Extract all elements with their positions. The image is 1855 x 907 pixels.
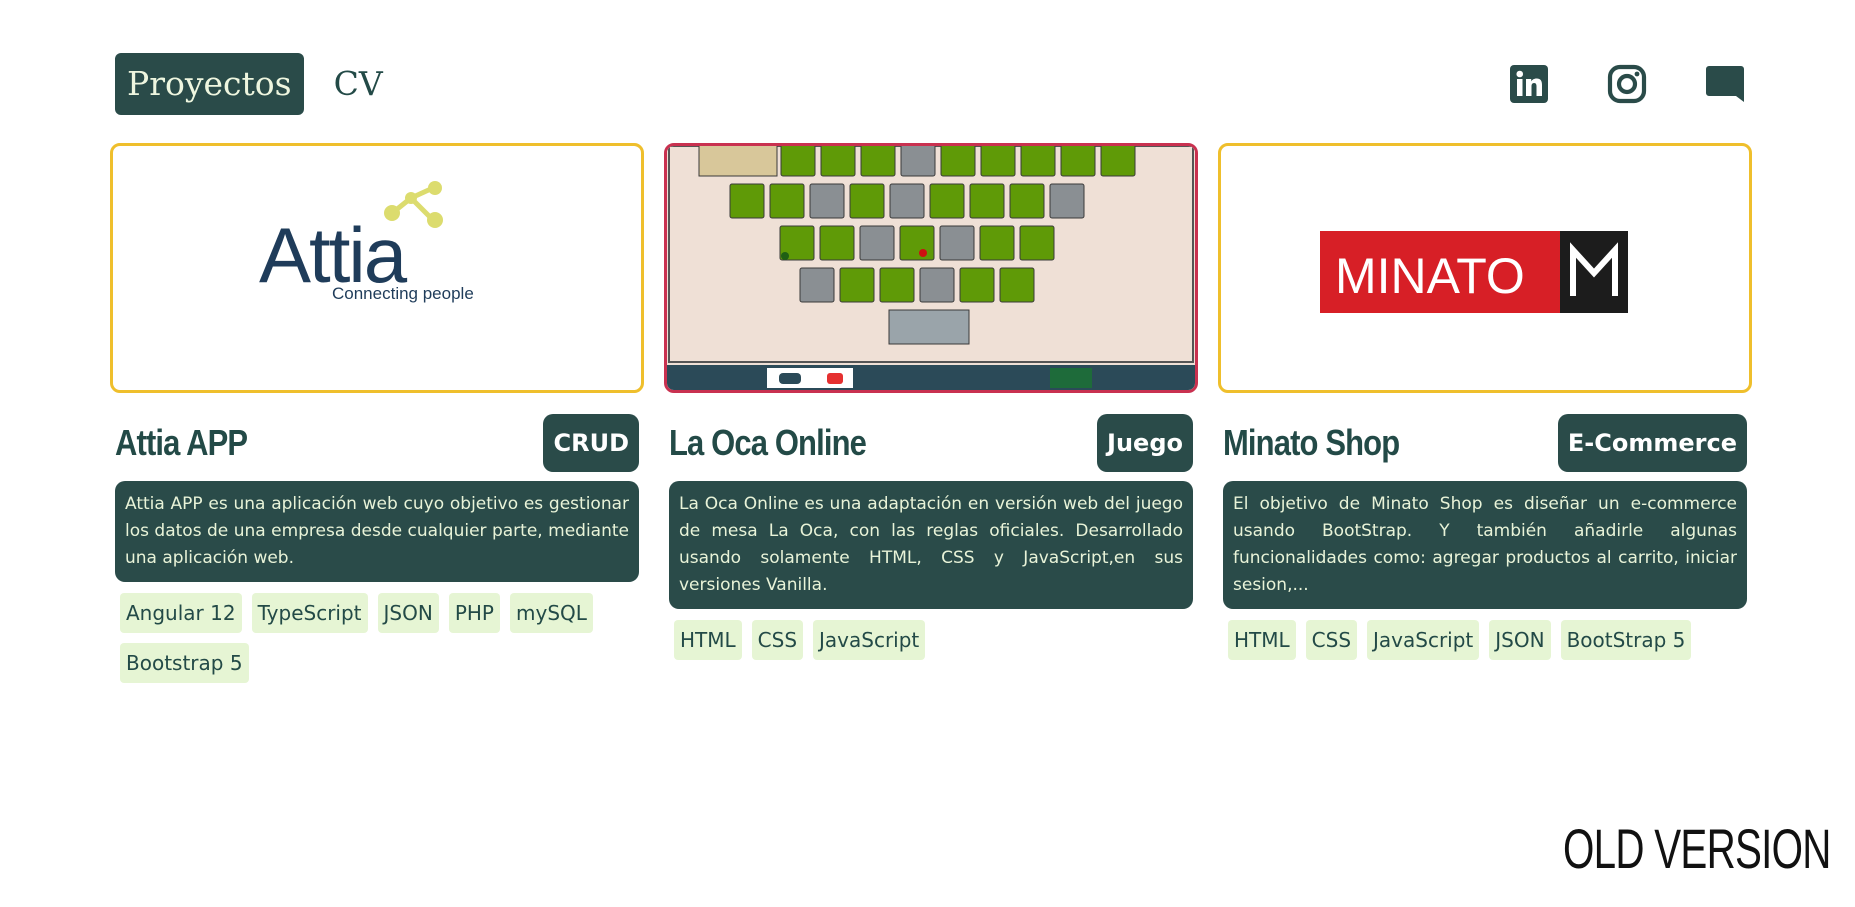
project-title: Attia APP — [115, 422, 248, 463]
tech-tag: mySQL — [510, 593, 593, 633]
project-card-oca: La Oca Online Juego La Oca Online es una… — [664, 143, 1198, 683]
tech-tag: TypeScript — [251, 593, 368, 633]
tech-tag: JavaScript — [1367, 620, 1480, 660]
project-description: Attia APP es una aplicación web cuyo obj… — [115, 481, 639, 582]
project-preview-attia[interactable]: Attia Connecting people — [110, 143, 644, 393]
instagram-icon[interactable] — [1607, 64, 1647, 104]
project-badge: CRUD — [543, 414, 639, 472]
project-badge: E-Commerce — [1557, 414, 1747, 472]
social-links — [1509, 64, 1745, 104]
minato-logo: MINATO — [1320, 231, 1628, 313]
nav-proyectos[interactable]: Proyectos — [115, 53, 304, 115]
project-preview-oca[interactable] — [664, 143, 1198, 393]
tech-tag: HTML — [1228, 620, 1296, 660]
tech-tag: Bootstrap 5 — [120, 643, 249, 683]
project-description: El objetivo de Minato Shop es diseñar un… — [1223, 481, 1747, 609]
linkedin-icon[interactable] — [1509, 64, 1549, 104]
project-title: La Oca Online — [669, 422, 867, 463]
tech-tag: JSON — [1489, 620, 1551, 660]
card-header: La Oca Online Juego — [669, 414, 1193, 472]
tech-tag: Angular 12 — [120, 593, 242, 633]
main-nav: Proyectos CV — [115, 53, 395, 115]
project-card-attia: Attia Connecting people Attia APP CRUD A… — [110, 143, 644, 683]
tech-tag: CSS — [751, 620, 804, 660]
attia-logo: Attia Connecting people — [259, 181, 474, 303]
old-version-label: OLD VERSION — [1563, 817, 1831, 880]
tech-tags: HTML CSS JavaScript — [674, 620, 1188, 660]
tech-tags: HTML CSS JavaScript JSON BootStrap 5 — [1228, 620, 1742, 660]
nav-cv[interactable]: CV — [322, 53, 395, 115]
chat-icon[interactable] — [1705, 64, 1745, 104]
tech-tag: JavaScript — [813, 620, 926, 660]
project-badge: Juego — [1097, 414, 1193, 472]
project-card-minato: MINATO Minato Shop E-Commerce El objetiv… — [1218, 143, 1752, 683]
card-header: Minato Shop E-Commerce — [1223, 414, 1747, 472]
project-preview-minato[interactable]: MINATO — [1218, 143, 1752, 393]
oca-board-screenshot — [667, 146, 1195, 390]
tech-tag: JSON — [377, 593, 439, 633]
card-header: Attia APP CRUD — [115, 414, 639, 472]
old-version-link[interactable]: OLD VERSION — [1563, 819, 1833, 879]
tech-tags: Angular 12 TypeScript JSON PHP mySQL Boo… — [120, 593, 634, 683]
tech-tag: BootStrap 5 — [1560, 620, 1692, 660]
project-description: La Oca Online es una adaptación en versi… — [669, 481, 1193, 609]
tech-tag: PHP — [448, 593, 500, 633]
tech-tag: HTML — [674, 620, 742, 660]
tech-tag: CSS — [1305, 620, 1358, 660]
project-title: Minato Shop — [1223, 422, 1400, 463]
project-cards: Attia Connecting people Attia APP CRUD A… — [110, 143, 1752, 683]
attia-tagline: Connecting people — [332, 284, 474, 303]
minato-logo-text: MINATO — [1335, 248, 1525, 304]
